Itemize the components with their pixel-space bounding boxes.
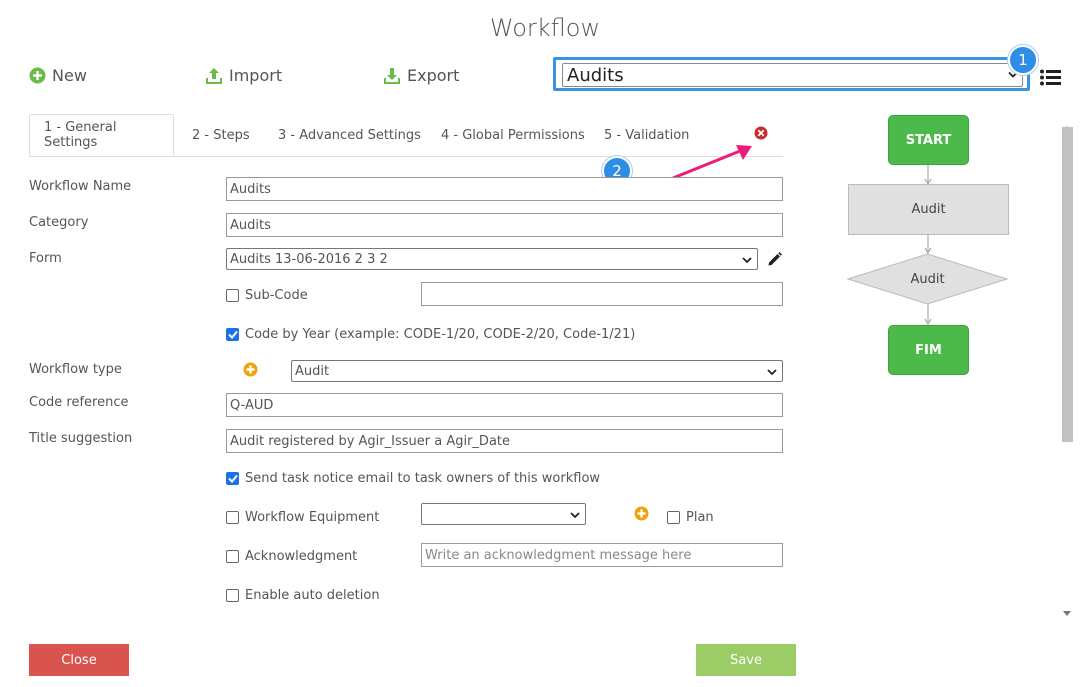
tab-steps[interactable]: 2 - Steps [192, 114, 250, 156]
category-value: Audits [230, 217, 271, 233]
workflow-equipment-label: Workflow Equipment [245, 510, 380, 525]
tab-general-settings[interactable]: 1 - General Settings [29, 114, 174, 156]
form-select-value: Audits 13-06-2016 2 3 2 [230, 251, 388, 267]
plan-label: Plan [686, 510, 714, 525]
add-workflow-type-icon[interactable] [243, 362, 258, 381]
window-title: Workflow [489, 14, 601, 42]
subcode-label: Sub-Code [245, 288, 308, 303]
workflow-select-value: Audits [567, 64, 624, 86]
send-task-notice-checkbox-row[interactable]: Send task notice email to task owners of… [226, 471, 600, 486]
scroll-down-icon[interactable] [1063, 601, 1071, 620]
send-task-notice-label: Send task notice email to task owners of… [245, 471, 601, 486]
acknowledgment-placeholder: Write an acknowledgment message here [425, 547, 692, 563]
close-label: Close [61, 652, 97, 668]
plan-checkbox[interactable] [667, 511, 680, 524]
checkmark-icon [227, 474, 238, 483]
tab-global-permissions[interactable]: 4 - Global Permissions [441, 114, 585, 156]
send-task-notice-checkbox[interactable] [226, 472, 239, 485]
chevron-down-icon [742, 257, 752, 264]
download-icon [384, 67, 400, 84]
upload-icon [206, 67, 222, 84]
form-label: Form [29, 251, 62, 266]
acknowledgment-checkbox-row[interactable]: Acknowledgment [226, 549, 357, 564]
chevron-down-icon [767, 369, 777, 376]
flow-step-node[interactable]: Audit [848, 184, 1009, 235]
export-button[interactable]: Export [383, 66, 459, 85]
new-button[interactable]: New [29, 66, 87, 85]
flow-end-node[interactable]: FIM [888, 325, 969, 375]
auto-deletion-checkbox-row[interactable]: Enable auto deletion [226, 588, 380, 603]
subcode-checkbox-row[interactable]: Sub-Code [226, 288, 308, 303]
tab-advanced-settings[interactable]: 3 - Advanced Settings [278, 114, 421, 156]
scrollbar-thumb[interactable] [1062, 127, 1073, 442]
flow-decision-label-wrap: Audit [847, 253, 1008, 305]
tab-label: 1 - General Settings [44, 120, 117, 150]
close-button[interactable]: Close [29, 644, 129, 676]
flow-start-label: START [905, 132, 952, 148]
workflow-equipment-checkbox[interactable] [226, 511, 239, 524]
workflow-name-value: Audits [230, 181, 271, 197]
form-select[interactable]: Audits 13-06-2016 2 3 2 [226, 248, 758, 270]
acknowledgment-input[interactable]: Write an acknowledgment message here [421, 543, 783, 567]
pencil-icon[interactable] [767, 251, 783, 271]
plus-circle-icon [29, 67, 46, 84]
acknowledgment-label: Acknowledgment [245, 549, 358, 564]
code-by-year-checkbox[interactable] [226, 328, 239, 341]
save-label: Save [730, 652, 762, 668]
flow-step-label: Audit [911, 202, 946, 217]
flow-end-label: FIM [915, 342, 942, 358]
auto-deletion-label: Enable auto deletion [245, 588, 380, 603]
auto-deletion-checkbox[interactable] [226, 589, 239, 602]
acknowledgment-checkbox[interactable] [226, 550, 239, 563]
tab-label: 2 - Steps [192, 127, 250, 143]
plan-checkbox-row[interactable]: Plan [667, 510, 714, 525]
annotation-badge-1: 1 [1008, 45, 1038, 75]
workflow-equipment-select[interactable] [421, 503, 586, 525]
subcode-input[interactable] [421, 282, 783, 306]
workflow-select-highlight: Audits [553, 57, 1030, 91]
export-label: Export [407, 66, 460, 85]
import-button[interactable]: Import [205, 66, 282, 85]
code-reference-label: Code reference [29, 395, 129, 410]
flow-decision-node[interactable]: Audit [847, 253, 1008, 305]
chevron-down-icon [570, 512, 580, 519]
checkmark-icon [227, 330, 238, 339]
code-by-year-label: Code by Year (example: CODE-1/20, CODE-2… [245, 327, 636, 342]
workflow-select[interactable]: Audits [562, 63, 1023, 87]
flow-start-node[interactable]: START [888, 115, 969, 165]
workflow-name-label: Workflow Name [29, 179, 132, 194]
workflow-name-input[interactable]: Audits [226, 177, 783, 201]
save-button[interactable]: Save [696, 644, 796, 676]
code-by-year-checkbox-row[interactable]: Code by Year (example: CODE-1/20, CODE-2… [226, 327, 635, 342]
tab-label: 3 - Advanced Settings [278, 127, 421, 143]
workflow-type-value: Audit [295, 363, 330, 379]
category-label: Category [29, 215, 89, 230]
import-label: Import [229, 66, 283, 85]
workflow-type-select[interactable]: Audit [291, 360, 783, 382]
code-reference-value: Q-AUD [230, 397, 274, 413]
flow-decision-label: Audit [910, 271, 945, 287]
category-input[interactable]: Audits [226, 213, 783, 237]
tab-label: 4 - Global Permissions [441, 127, 585, 143]
workflow-equipment-checkbox-row[interactable]: Workflow Equipment [226, 510, 379, 525]
list-menu-icon[interactable] [1040, 69, 1061, 90]
workflow-type-label: Workflow type [29, 362, 122, 377]
title-suggestion-label: Title suggestion [29, 431, 133, 446]
add-equipment-icon[interactable] [634, 506, 649, 525]
title-suggestion-value: Audit registered by Agir_Issuer a Agir_D… [230, 433, 511, 449]
subcode-checkbox[interactable] [226, 289, 239, 302]
code-reference-input[interactable]: Q-AUD [226, 393, 783, 417]
new-label: New [52, 66, 87, 85]
title-suggestion-input[interactable]: Audit registered by Agir_Issuer a Agir_D… [226, 429, 783, 453]
